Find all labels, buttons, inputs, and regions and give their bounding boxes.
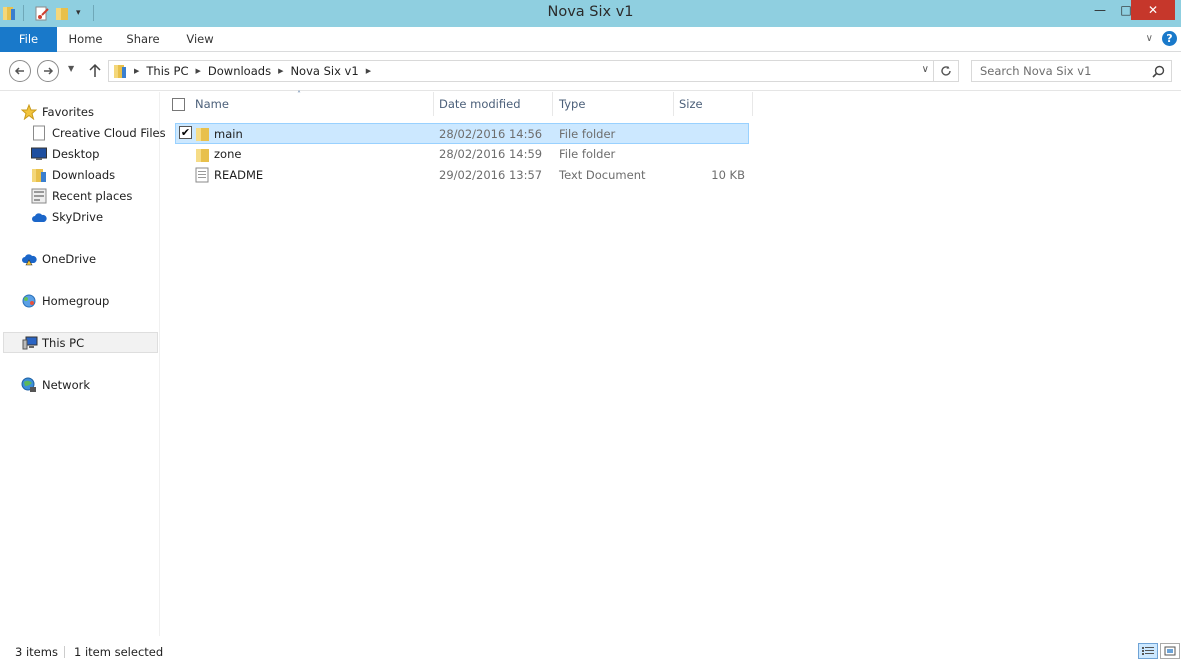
forward-arrow-icon [44, 67, 54, 75]
search-placeholder: Search Nova Six v1 [980, 64, 1092, 78]
large-icons-view-button[interactable] [1160, 643, 1180, 659]
file-size [680, 124, 745, 145]
row-checkbox[interactable]: ✔ [179, 126, 192, 139]
selection-count: 1 item selected [74, 645, 164, 659]
file-row-main[interactable]: ✔ main 28/02/2016 14:56 File folder [175, 123, 749, 144]
large-icons-view-icon [1164, 646, 1176, 656]
nav-network[interactable]: Network [0, 374, 158, 395]
search-icon[interactable] [1152, 65, 1165, 78]
nav-desktop[interactable]: Desktop [0, 143, 158, 164]
up-arrow-icon [89, 63, 101, 77]
title-bar: ▾ Nova Six v1 — □ ✕ [0, 0, 1181, 27]
tab-view[interactable]: View [178, 27, 222, 52]
refresh-icon [941, 66, 951, 76]
onedrive-icon [21, 251, 37, 267]
close-button[interactable]: ✕ [1131, 0, 1175, 20]
back-arrow-icon [14, 67, 24, 75]
file-type: Text Document [559, 168, 646, 182]
column-header-date-modified[interactable]: Date modified [434, 92, 553, 116]
navigation-pane: Favorites Creative Cloud Files Desktop D… [0, 92, 166, 636]
file-name: zone [214, 147, 242, 161]
nav-favorites[interactable]: Favorites [0, 101, 158, 122]
file-type: File folder [559, 127, 616, 141]
address-bar[interactable]: ▶ This PC ▶ Downloads ▶ Nova Six v1 ▶ ∨ [108, 60, 934, 82]
desktop-icon [31, 146, 47, 162]
forward-button[interactable] [37, 60, 59, 82]
recent-places-icon [31, 188, 47, 204]
breadcrumb-nova-six[interactable]: Nova Six v1 [290, 64, 358, 78]
expand-ribbon-chevron-icon[interactable]: ∨ [1146, 33, 1153, 44]
file-date: 28/02/2016 14:56 [439, 127, 543, 141]
file-list: Name ˄ Date modified Type Size ✔ main 28… [160, 90, 1181, 636]
address-row: ▼ ▶ This PC ▶ Downloads ▶ Nova Six v1 ▶ … [0, 53, 1181, 91]
nav-recent-places[interactable]: Recent places [0, 185, 158, 206]
nav-this-pc[interactable]: This PC [3, 332, 158, 353]
folder-location-icon [113, 63, 127, 79]
details-view-icon [1142, 647, 1154, 655]
file-date: 29/02/2016 13:57 [439, 168, 543, 182]
column-header-row: Name ˄ Date modified Type Size [160, 90, 760, 116]
ribbon-tabs: File Home Share View ∨ ? [0, 27, 1181, 52]
breadcrumb-this-pc[interactable]: This PC [146, 64, 188, 78]
tab-share[interactable]: Share [120, 27, 166, 52]
status-bar: 3 items 1 item selected [0, 637, 1181, 659]
file-size [680, 144, 745, 165]
folder-icon [195, 126, 211, 145]
column-header-size[interactable]: Size [674, 92, 753, 116]
breadcrumb-separator-icon[interactable]: ▶ [278, 67, 283, 75]
window-title: Nova Six v1 [547, 4, 634, 20]
up-button[interactable] [88, 62, 102, 81]
breadcrumb-separator-icon[interactable]: ▶ [366, 67, 371, 75]
file-size: 10 KB [711, 168, 745, 182]
search-input[interactable]: Search Nova Six v1 [971, 60, 1172, 82]
sort-ascending-icon: ˄ [297, 90, 301, 99]
network-icon [21, 377, 37, 393]
file-type: File folder [559, 147, 616, 161]
back-button[interactable] [9, 60, 31, 82]
nav-creative-cloud-files[interactable]: Creative Cloud Files [0, 122, 166, 143]
tab-home[interactable]: Home [63, 27, 108, 52]
nav-homegroup[interactable]: Homegroup [0, 290, 158, 311]
blank-document-icon [31, 125, 47, 141]
details-view-button[interactable] [1138, 643, 1158, 659]
tab-file[interactable]: File [0, 27, 57, 52]
homegroup-icon [21, 293, 37, 309]
breadcrumb-separator-icon[interactable]: ▶ [196, 67, 201, 75]
item-count: 3 items [15, 645, 58, 659]
address-history-chevron-icon[interactable]: ∨ [922, 64, 929, 75]
file-name: README [214, 168, 264, 182]
file-date: 28/02/2016 14:59 [439, 147, 543, 161]
help-icon[interactable]: ? [1162, 31, 1177, 46]
file-row-zone[interactable]: zone 28/02/2016 14:59 File folder [175, 144, 749, 165]
downloads-folder-icon [31, 167, 47, 183]
nav-downloads[interactable]: Downloads [0, 164, 158, 185]
file-row-readme[interactable]: README 29/02/2016 13:57 Text Document 10… [175, 165, 749, 186]
refresh-button[interactable] [934, 60, 959, 82]
folder-icon [195, 147, 211, 166]
column-header-type[interactable]: Type [554, 92, 674, 116]
column-header-name[interactable]: Name ˄ [190, 90, 434, 116]
file-name: main [214, 127, 243, 141]
star-icon [21, 103, 37, 120]
cloud-icon [31, 209, 47, 225]
computer-icon [22, 335, 38, 351]
breadcrumb-downloads[interactable]: Downloads [208, 64, 271, 78]
breadcrumb-separator-icon[interactable]: ▶ [134, 67, 139, 75]
nav-onedrive[interactable]: OneDrive [0, 248, 158, 269]
select-all-checkbox[interactable] [172, 98, 185, 111]
nav-skydrive[interactable]: SkyDrive [0, 206, 158, 227]
checkmark-icon: ✔ [179, 126, 192, 139]
text-document-icon [195, 167, 209, 186]
recent-locations-chevron-icon[interactable]: ▼ [68, 64, 74, 73]
